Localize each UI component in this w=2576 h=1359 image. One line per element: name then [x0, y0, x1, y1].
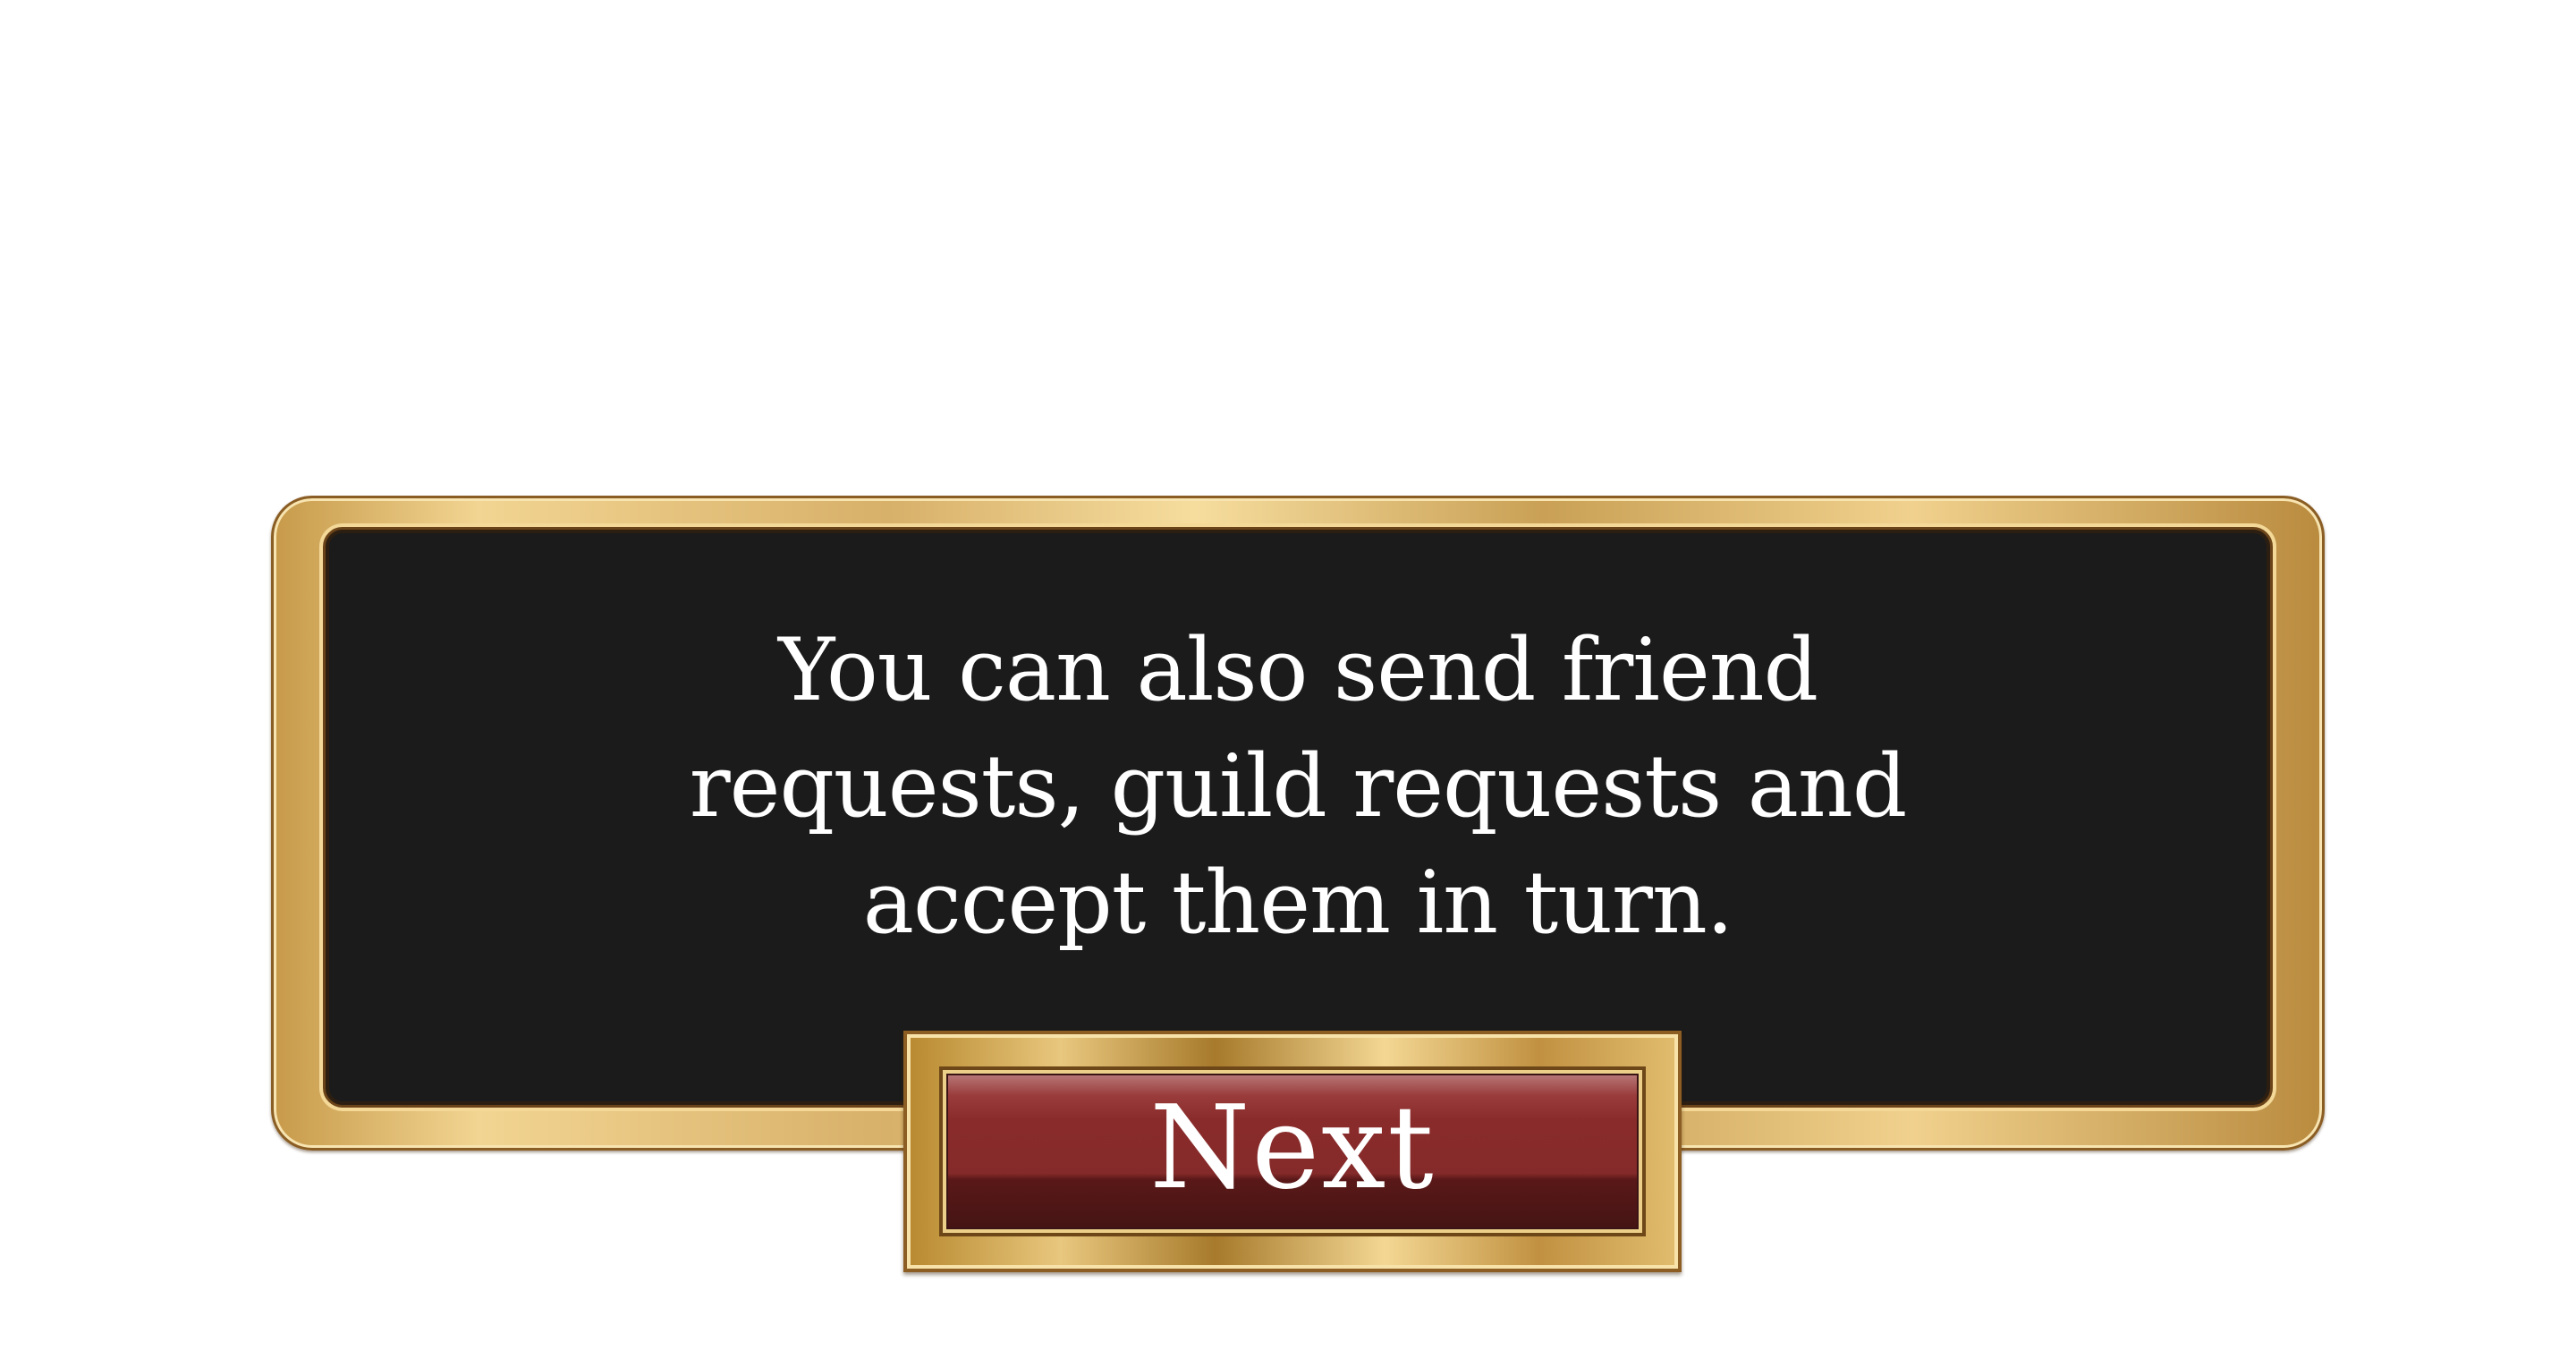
tutorial-dialog-panel: You can also send friend requests, guild…	[323, 527, 2273, 1108]
tutorial-message-line-1: You can also send friend	[777, 620, 1818, 720]
next-button-label: Next	[1149, 1082, 1436, 1215]
tutorial-message-line-2: requests, guild requests and	[689, 736, 1908, 837]
tutorial-message-line-3: accept them in turn.	[862, 853, 1734, 953]
next-button[interactable]: Next	[943, 1070, 1642, 1233]
tutorial-message: You can also send friend requests, guild…	[326, 612, 2270, 961]
next-button-frame: Next	[903, 1031, 1682, 1272]
